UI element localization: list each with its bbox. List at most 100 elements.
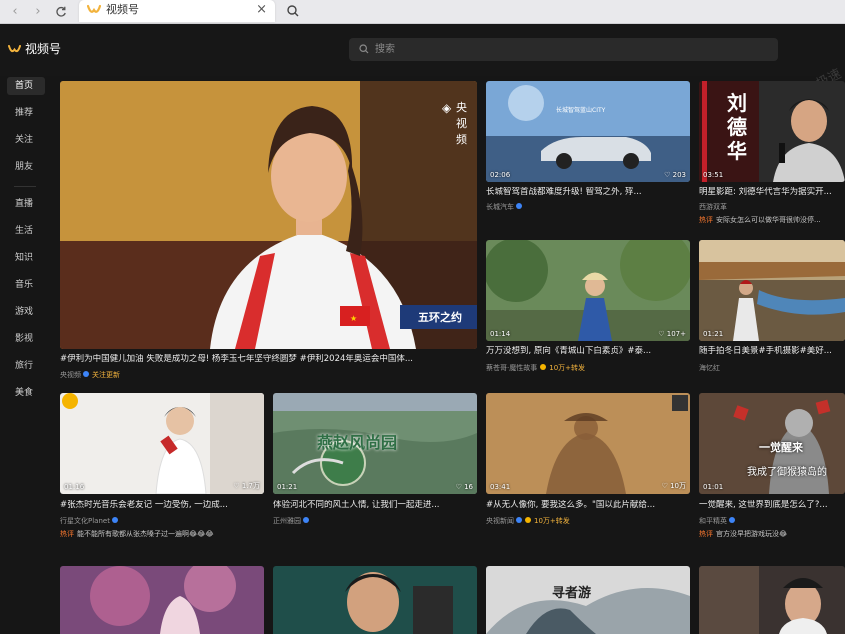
sidebar-item-food[interactable]: 美食: [7, 384, 45, 402]
video-card[interactable]: 01:21 随手拍冬日美景#手机摄影#美好... 海忆红: [699, 240, 845, 380]
video-card[interactable]: 刘德华 03:51 明星影距: 刘德华代言华为据实开... 西游双革 热评 安际女…: [699, 81, 845, 231]
verified-icon: [516, 517, 522, 523]
hot-comment: 热评 能不能所有歌都从张杰嗓子过一遍啊😂😂😂: [60, 530, 264, 539]
video-title[interactable]: 万万没想到, 原向《青城山下白素贞》#泰...: [486, 346, 690, 357]
video-author-line: 央视新闻 10万+转发: [486, 517, 690, 526]
forward-icon[interactable]: ›: [29, 3, 47, 21]
video-thumbnail[interactable]: [273, 566, 477, 634]
video-thumbnail[interactable]: [699, 566, 845, 634]
video-card[interactable]: [60, 566, 264, 634]
video-author-line: 和平精英: [699, 517, 845, 526]
search-box[interactable]: [349, 38, 778, 61]
coin-icon: [525, 517, 531, 523]
featured-thumbnail[interactable]: ★ ◈ 央视频 五环之约: [60, 81, 477, 349]
video-card[interactable]: 燕赵风尚园 01:21 ♡ 16 体验河北不同的风土人情, 让我们一起走进...…: [273, 393, 477, 533]
thumbnail-overlay-text: 刘德华: [727, 91, 747, 163]
featured-author[interactable]: 央视频: [60, 371, 81, 379]
sidebar-item-music[interactable]: 音乐: [7, 276, 45, 294]
video-card[interactable]: [273, 566, 477, 634]
video-title[interactable]: 体验河北不同的风土人情, 让我们一起走进...: [273, 500, 477, 511]
sidebar-item-live[interactable]: 直播: [7, 195, 45, 213]
video-card[interactable]: 03:41 ♡ 10万 #从无人像你, 要我这么多。"国以此片献给... 央视新…: [486, 393, 690, 533]
video-duration: 01:21: [703, 330, 724, 338]
thumbnail-overlay-text: 长城智驾蓝山CITY: [556, 107, 606, 114]
sidebar-item-home[interactable]: 首页: [7, 77, 45, 95]
sidebar-item-film[interactable]: 影视: [7, 330, 45, 348]
follow-update-label[interactable]: 关注更新: [92, 371, 120, 379]
like-count: 1.7万: [241, 482, 260, 490]
browser-search-icon[interactable]: [280, 0, 306, 22]
video-author[interactable]: 正州雅园: [273, 517, 301, 525]
video-card[interactable]: 01:16 ♡ 1.7万 #张杰时光音乐会老友记 一边受伤, 一边成... 行星…: [60, 393, 264, 543]
sidebar-item-travel[interactable]: 旅行: [7, 357, 45, 375]
svg-text:◈: ◈: [442, 101, 452, 115]
thumbnail-image: [699, 240, 845, 341]
video-title[interactable]: #从无人像你, 要我这么多。"国以此片献给...: [486, 500, 690, 511]
verified-icon: [303, 517, 309, 523]
video-author[interactable]: 和平精英: [699, 517, 727, 525]
video-author[interactable]: 行星文化Planet: [60, 517, 110, 525]
video-title[interactable]: 一觉醒来, 这世界到底是怎么了?...: [699, 500, 845, 511]
video-likes: ♡ 10万: [661, 482, 686, 490]
video-title[interactable]: 随手拍冬日美景#手机摄影#美好...: [699, 346, 845, 357]
video-author[interactable]: 蔡苍哥·魔性故事: [486, 364, 537, 372]
video-card[interactable]: 长城智驾蓝山CITY 02:06 ♡ 203 长城智驾首战都难度升级! 智驾之外…: [486, 81, 690, 216]
back-icon[interactable]: ‹: [6, 3, 24, 21]
sidebar-item-knowledge[interactable]: 知识: [7, 249, 45, 267]
video-card[interactable]: 01:14 ♡ 107+ 万万没想到, 原向《青城山下白素贞》#泰... 蔡苍哥…: [486, 240, 690, 380]
hot-comment: 热评 官方没早把游戏玩没😂: [699, 530, 845, 539]
verified-icon: [516, 203, 522, 209]
like-count: 203: [672, 171, 686, 179]
spread-count: 10万+转发: [549, 364, 586, 372]
video-author[interactable]: 央视新闻: [486, 517, 514, 525]
video-likes: ♡ 107+: [658, 330, 686, 338]
video-title[interactable]: 长城智驾首战都难度升级! 智驾之外, 殍...: [486, 187, 690, 198]
verified-icon: [729, 517, 735, 523]
video-thumbnail[interactable]: 刘德华 03:51: [699, 81, 845, 182]
hot-comment: 热评 安际女怎么可以做华哥很帅没停...: [699, 216, 845, 225]
sidebar-item-games[interactable]: 游戏: [7, 303, 45, 321]
browser-tab[interactable]: 视频号 ×: [79, 0, 275, 22]
video-title[interactable]: #张杰时光音乐会老友记 一边受伤, 一边成...: [60, 500, 264, 511]
brand-name: 视频号: [25, 42, 62, 56]
tab-close-icon[interactable]: ×: [256, 2, 267, 18]
thumbnail-image: [486, 240, 690, 341]
video-thumbnail[interactable]: 03:41 ♡ 10万: [486, 393, 690, 494]
video-thumbnail[interactable]: [60, 566, 264, 634]
video-thumbnail[interactable]: 01:21: [699, 240, 845, 341]
sidebar-item-life[interactable]: 生活: [7, 222, 45, 240]
brand[interactable]: 视频号: [8, 42, 61, 56]
video-thumbnail[interactable]: 长城智驾蓝山CITY 02:06 ♡ 203: [486, 81, 690, 182]
featured-author-line: 央视频 关注更新: [60, 371, 477, 380]
video-duration: 03:51: [703, 171, 724, 179]
video-likes: ♡ 1.7万: [233, 482, 260, 490]
video-card[interactable]: 寻者游: [486, 566, 690, 634]
featured-video-card[interactable]: ★ ◈ 央视频 五环之约 #伊利为中国健儿加油 失败是成功之母! 杨李玉七年坚守…: [60, 81, 477, 386]
thumbnail-image: [60, 566, 264, 634]
video-card[interactable]: 一觉醒来 我成了御猴猿岛的 01:01 一觉醒来, 这世界到底是怎么了?... …: [699, 393, 845, 543]
sidebar-item-following[interactable]: 关注: [7, 131, 45, 149]
video-card[interactable]: [699, 566, 845, 634]
video-author-line: 蔡苍哥·魔性故事 10万+转发: [486, 364, 690, 373]
sidebar-item-recommend[interactable]: 推荐: [7, 104, 45, 122]
video-thumbnail[interactable]: 一觉醒来 我成了御猴猿岛的 01:01: [699, 393, 845, 494]
like-count: 10万: [670, 482, 686, 490]
sidebar-divider: [14, 186, 36, 187]
video-author[interactable]: 西游双革: [699, 203, 845, 212]
video-thumbnail[interactable]: 寻者游: [486, 566, 690, 634]
like-count: 107+: [666, 330, 686, 338]
search-input[interactable]: [375, 38, 765, 61]
channel-logo-text: 央视频: [456, 101, 467, 146]
video-thumbnail[interactable]: 01:16 ♡ 1.7万: [60, 393, 264, 494]
thumbnail-image: [486, 393, 690, 494]
video-author[interactable]: 长城汽车: [486, 203, 514, 211]
video-author[interactable]: 海忆红: [699, 364, 845, 373]
sidebar: 首页 推荐 关注 朋友 直播 生活 知识 音乐 游戏 影视 旅行 美食: [0, 76, 52, 634]
video-title[interactable]: 明星影距: 刘德华代言华为据实开...: [699, 187, 845, 198]
sidebar-item-friends[interactable]: 朋友: [7, 158, 45, 176]
video-thumbnail[interactable]: 01:14 ♡ 107+: [486, 240, 690, 341]
video-thumbnail[interactable]: 燕赵风尚园 01:21 ♡ 16: [273, 393, 477, 494]
spread-count: 10万+转发: [534, 517, 570, 525]
featured-title[interactable]: #伊利为中国健儿加油 失败是成功之母! 杨李玉七年坚守终圆梦 #伊利2024年奥…: [60, 354, 477, 365]
reload-icon[interactable]: [52, 3, 70, 21]
